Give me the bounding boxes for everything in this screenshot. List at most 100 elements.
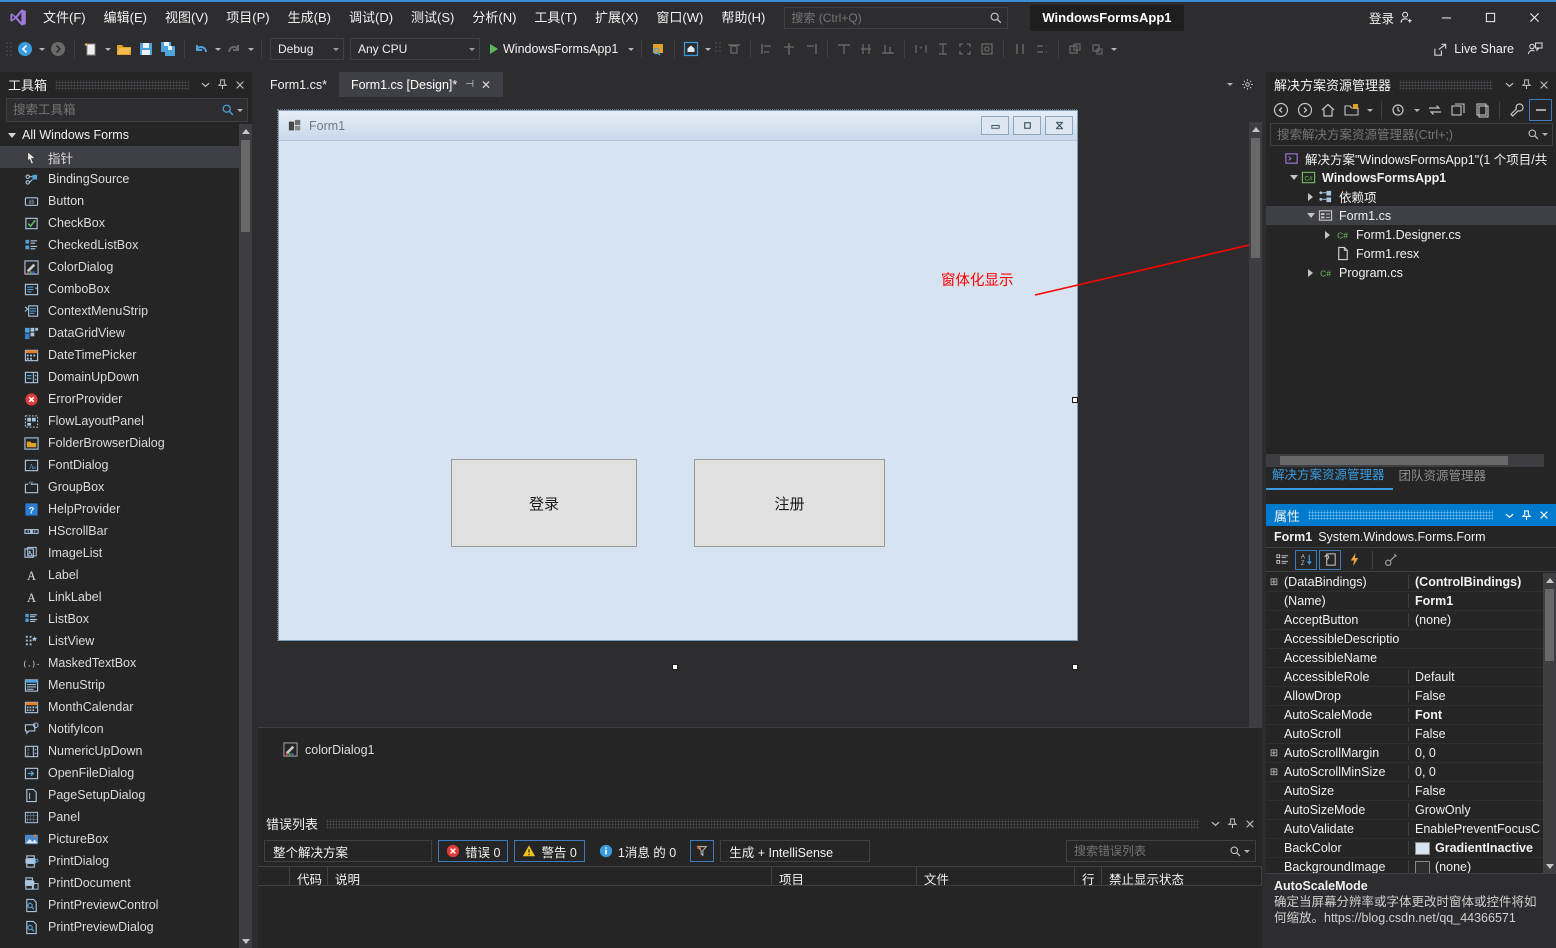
clear-filters-button[interactable] [690, 840, 715, 862]
navigate-forward-button[interactable] [47, 38, 69, 60]
col-suppression[interactable]: 禁止显示状态 [1102, 867, 1262, 885]
toolbox-item-指针[interactable]: 指针 [0, 146, 252, 168]
toolbox-item-colordialog[interactable]: ColorDialog [0, 256, 252, 278]
designer-vertical-scrollbar[interactable] [1249, 122, 1262, 727]
toolbox-scroll-up-button[interactable] [239, 124, 252, 138]
align-centers-button[interactable] [778, 38, 800, 60]
col-icon[interactable] [258, 867, 290, 885]
solution-tree-item[interactable]: Form1.resx [1266, 244, 1556, 263]
live-preview-button[interactable] [680, 38, 702, 60]
error-search-box[interactable] [1066, 840, 1256, 862]
toolbox-group-all-windows-forms[interactable]: All Windows Forms [0, 124, 252, 146]
property-value-cell[interactable]: GrowOnly [1408, 803, 1556, 817]
toolbox-search-input[interactable] [13, 103, 221, 117]
redo-dropdown[interactable] [245, 38, 256, 60]
col-file[interactable]: 文件 [917, 867, 1075, 885]
toolbox-item-numericupdown[interactable]: 1 2 NumericUpDown [0, 740, 252, 762]
solution-explorer-search-box[interactable] [1270, 123, 1553, 146]
se-show-all-files-button[interactable] [1341, 99, 1364, 121]
property-value-cell[interactable]: Form1 [1408, 594, 1556, 608]
properties-scroll-up[interactable] [1543, 573, 1556, 587]
toolbox-item-maskedtextbox[interactable]: (.)- MaskedTextBox [0, 652, 252, 674]
toolbox-item-imagelist[interactable]: ImageList [0, 542, 252, 564]
bring-to-front-button[interactable] [1064, 38, 1086, 60]
toolbox-pin-button[interactable] [214, 76, 231, 93]
align-middles-button[interactable] [855, 38, 877, 60]
toolbox-item-menustrip[interactable]: MenuStrip [0, 674, 252, 696]
size-to-grid-button[interactable] [954, 38, 976, 60]
tray-item-colordialog1[interactable]: colorDialog1 [283, 742, 374, 757]
toolbox-item-panel[interactable]: Panel [0, 806, 252, 828]
menu-project[interactable]: 项目(P) [217, 6, 278, 30]
quick-launch-search[interactable] [784, 6, 1009, 29]
solution-tree-item[interactable]: 解决方案"WindowsFormsApp1"(1 个项目/共 [1266, 149, 1556, 168]
categorized-view-button[interactable] [1271, 550, 1293, 570]
property-value-cell[interactable]: GradientInactive [1408, 841, 1556, 855]
property-value-cell[interactable]: Font [1408, 708, 1556, 722]
undo-button[interactable] [190, 38, 212, 60]
property-expander-icon[interactable]: ⊞ [1266, 767, 1282, 778]
solution-platform-combo[interactable]: Any CPU [350, 38, 480, 60]
form-minimize-button[interactable] [981, 116, 1009, 135]
toolbox-dropdown-button[interactable] [197, 76, 214, 93]
toolbox-search-options[interactable] [235, 99, 245, 121]
menu-tools[interactable]: 工具(T) [525, 6, 586, 30]
attach-process-button[interactable] [647, 38, 669, 60]
login-button[interactable]: 登录 [451, 459, 637, 547]
property-value-cell[interactable]: False [1408, 727, 1556, 741]
component-tray[interactable]: colorDialog1 [258, 727, 1262, 811]
toolbox-item-printdialog[interactable]: PrintDialog [0, 850, 252, 872]
toolbar-overflow-button[interactable] [1108, 38, 1119, 60]
save-all-button[interactable] [157, 38, 179, 60]
property-row[interactable]: AutoSize False [1266, 782, 1556, 801]
properties-pin-button[interactable] [1518, 507, 1535, 524]
se-forward-button[interactable] [1294, 99, 1317, 121]
window-close-button[interactable] [1512, 1, 1556, 34]
se-home-button[interactable] [1317, 99, 1340, 121]
tab-close-icon[interactable]: ✕ [481, 78, 491, 92]
toolbox-item-printdocument[interactable]: PrintDocument [0, 872, 252, 894]
se-view-code-button[interactable] [1470, 99, 1493, 121]
se-show-all-dropdown[interactable] [1364, 99, 1375, 121]
toolbox-item-helpprovider[interactable]: ? HelpProvider [0, 498, 252, 520]
menu-edit[interactable]: 编辑(E) [95, 6, 156, 30]
toolbox-item-groupbox[interactable]: xy GroupBox [0, 476, 252, 498]
toolbox-item-datagridview[interactable]: DataGridView [0, 322, 252, 344]
align-top-edges-button[interactable] [833, 38, 855, 60]
toolbox-item-linklabel[interactable]: A LinkLabel [0, 586, 252, 608]
toolbox-item-bindingsource[interactable]: BindingSource [0, 168, 252, 190]
solution-tree-item[interactable]: C# WindowsFormsApp1 [1266, 168, 1556, 187]
property-value-cell[interactable]: EnablePreventFocusC [1408, 822, 1556, 836]
form-resize-grip-corner[interactable] [1072, 664, 1078, 670]
alphabetical-view-button[interactable]: AZ [1295, 549, 1317, 570]
toolbox-item-checkedlistbox[interactable]: CheckedListBox [0, 234, 252, 256]
start-debug-button[interactable]: WindowsFormsApp1 [483, 38, 625, 60]
redo-button[interactable] [223, 38, 245, 60]
navigate-backward-dropdown[interactable] [36, 38, 47, 60]
warnings-filter-button[interactable]: 警告 0 [514, 840, 585, 862]
properties-page-button[interactable] [1319, 549, 1341, 570]
form-client-area[interactable]: 登录 注册 窗体化显示 [279, 141, 1077, 640]
align-lefts-button[interactable] [756, 38, 778, 60]
feedback-button[interactable] [1524, 38, 1546, 60]
toolbox-item-checkbox[interactable]: CheckBox [0, 212, 252, 234]
se-sync-button[interactable] [1423, 99, 1446, 121]
property-row[interactable]: ⊞ AutoScrollMargin 0, 0 [1266, 744, 1556, 763]
property-row[interactable]: AutoSizeMode GrowOnly [1266, 801, 1556, 820]
align-bottoms-button[interactable] [877, 38, 899, 60]
property-row[interactable]: AcceptButton (none) [1266, 611, 1556, 630]
toolbox-item-openfiledialog[interactable]: OpenFileDialog [0, 762, 252, 784]
menu-help[interactable]: 帮助(H) [712, 6, 774, 30]
properties-grid[interactable]: ⊞ (DataBindings) (ControlBindings) (Name) Fo… [1266, 573, 1556, 873]
align-rights-button[interactable] [800, 38, 822, 60]
form-maximize-button[interactable] [1013, 116, 1041, 135]
menu-extensions[interactable]: 扩展(X) [586, 6, 647, 30]
toolbox-item-combobox[interactable]: ComboBox [0, 278, 252, 300]
quick-launch-input[interactable] [791, 10, 990, 25]
toolbox-item-flowlayoutpanel[interactable]: FlowLayoutPanel [0, 410, 252, 432]
remove-vertical-spacing-button[interactable] [1031, 38, 1053, 60]
events-button[interactable] [1343, 550, 1365, 570]
form-close-button[interactable] [1045, 116, 1073, 135]
toolbox-scroll-down-button[interactable] [239, 934, 252, 948]
property-value-cell[interactable]: (none) [1408, 860, 1556, 873]
